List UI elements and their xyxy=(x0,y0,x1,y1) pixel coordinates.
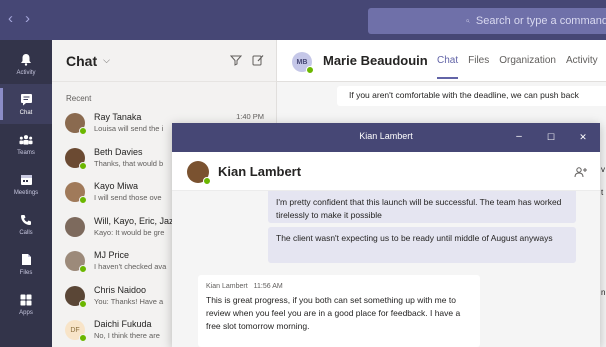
rail-item-apps[interactable]: Apps xyxy=(0,284,52,324)
presence-available-icon xyxy=(79,334,87,342)
message-text: This is great progress, if you both can … xyxy=(206,295,461,331)
chat-item-name: Ray Tanaka xyxy=(94,112,142,122)
filter-icon[interactable] xyxy=(230,54,242,66)
window-titlebar[interactable]: Kian Lambert – ☐ ✕ xyxy=(172,123,600,152)
search-box[interactable]: Search or type a command xyxy=(368,8,606,34)
message-fragment: n xyxy=(601,288,606,297)
popout-chat-window: Kian Lambert – ☐ ✕ Kian Lambert I'm pret… xyxy=(172,123,600,347)
teams-icon xyxy=(19,133,33,147)
maximize-icon[interactable]: ☐ xyxy=(544,130,558,144)
rail-label: Apps xyxy=(19,309,33,316)
rail-label: Files xyxy=(19,269,33,276)
message-fragment: v xyxy=(601,165,605,174)
chat-item-name: Chris Naidoo xyxy=(94,284,147,295)
tab-files[interactable]: Files xyxy=(468,55,489,66)
popout-contact-name: Kian Lambert xyxy=(218,164,302,179)
calendar-icon xyxy=(19,173,33,187)
conversation-header: MB Marie Beaudouin Chat Files Organizati… xyxy=(277,40,606,82)
phone-icon xyxy=(19,213,33,227)
bell-icon xyxy=(19,53,33,67)
chat-item-name: Beth Davies xyxy=(94,146,143,157)
rail-label: Chat xyxy=(19,109,33,116)
tab-chat[interactable]: Chat xyxy=(437,55,459,79)
rail-label: Activity xyxy=(16,69,36,76)
search-placeholder: Search or type a command xyxy=(475,15,606,27)
title-bar: ‹ › Search or type a command xyxy=(0,0,606,40)
history-nav: ‹ › xyxy=(8,11,30,27)
message-sender: Kian Lambert xyxy=(206,283,248,290)
presence-available-icon xyxy=(306,66,314,74)
file-icon xyxy=(19,253,33,267)
app-bar: Activity Chat Teams Meetings Calls Files… xyxy=(0,40,52,347)
avatar: DF xyxy=(65,320,87,342)
new-chat-icon[interactable] xyxy=(252,54,264,66)
rail-label: Calls xyxy=(19,229,33,236)
chat-icon xyxy=(19,93,33,107)
chevron-left-icon[interactable]: ‹ xyxy=(8,11,13,27)
add-people-icon[interactable] xyxy=(574,166,588,178)
incoming-message-bubble: Kian Lambert 11:56 AM This is great progr… xyxy=(198,275,480,347)
presence-available-icon xyxy=(79,265,87,273)
conversation-tabs: Chat Files Organization Activity xyxy=(437,55,598,79)
rail-label: Teams xyxy=(17,149,35,156)
rail-item-calls[interactable]: Calls xyxy=(0,204,52,244)
search-icon xyxy=(466,19,470,23)
rail-label: Meetings xyxy=(13,189,39,196)
conversation-title: Marie Beaudouin xyxy=(323,53,428,68)
rail-item-teams[interactable]: Teams xyxy=(0,124,52,164)
rail-item-activity[interactable]: Activity xyxy=(0,44,52,84)
avatar xyxy=(65,285,87,308)
message-timestamp: 11:56 AM xyxy=(253,283,283,290)
chevron-down-icon[interactable]: ⌵ xyxy=(103,55,110,66)
message-bubble: If you aren't comfortable with the deadl… xyxy=(337,86,606,106)
message-fragment: t xyxy=(601,188,604,197)
rail-item-meetings[interactable]: Meetings xyxy=(0,164,52,204)
avatar-initials: DF xyxy=(70,326,80,334)
tab-organization[interactable]: Organization xyxy=(499,55,556,66)
my-message-bubble: The client wasn't expecting us to be rea… xyxy=(268,227,576,263)
rail-item-chat[interactable]: Chat xyxy=(0,84,52,124)
presence-available-icon xyxy=(79,161,87,170)
minimize-icon[interactable]: – xyxy=(512,130,526,144)
chat-item-name: Daichi Fukuda xyxy=(94,319,152,329)
presence-available-icon xyxy=(79,196,87,204)
avatar-initials: MB xyxy=(296,58,308,66)
chevron-right-icon[interactable]: › xyxy=(25,11,30,27)
recent-section-label: Recent xyxy=(66,94,92,103)
avatar xyxy=(65,147,87,170)
message-thread: I'm pretty confident that this launch wi… xyxy=(172,191,600,347)
apps-icon xyxy=(19,293,33,307)
chat-list-header: Chat ⌵ xyxy=(52,40,276,82)
avatar xyxy=(65,216,85,237)
presence-available-icon xyxy=(203,177,211,185)
chat-list-title[interactable]: Chat xyxy=(66,53,97,69)
rail-item-files[interactable]: Files xyxy=(0,244,52,284)
chat-item-time: 1:40 PM xyxy=(236,112,264,121)
chat-item-name: Will, Kayo, Eric, Jaz xyxy=(94,215,174,226)
avatar xyxy=(65,113,87,135)
chat-item-name: Kayo Miwa xyxy=(94,181,139,191)
avatar xyxy=(65,182,87,204)
popout-header: Kian Lambert xyxy=(172,152,600,191)
my-message-bubble: I'm pretty confident that this launch wi… xyxy=(268,191,576,223)
chat-item-name: MJ Price xyxy=(94,250,130,260)
presence-available-icon xyxy=(79,299,87,308)
close-icon[interactable]: ✕ xyxy=(576,130,590,144)
presence-available-icon xyxy=(79,127,87,135)
window-title: Kian Lambert xyxy=(359,131,413,141)
avatar[interactable] xyxy=(187,161,211,185)
message-meta: Kian Lambert 11:56 AM xyxy=(206,283,472,290)
tab-activity[interactable]: Activity xyxy=(566,55,598,66)
avatar xyxy=(65,251,87,273)
avatar[interactable]: MB xyxy=(292,52,314,74)
